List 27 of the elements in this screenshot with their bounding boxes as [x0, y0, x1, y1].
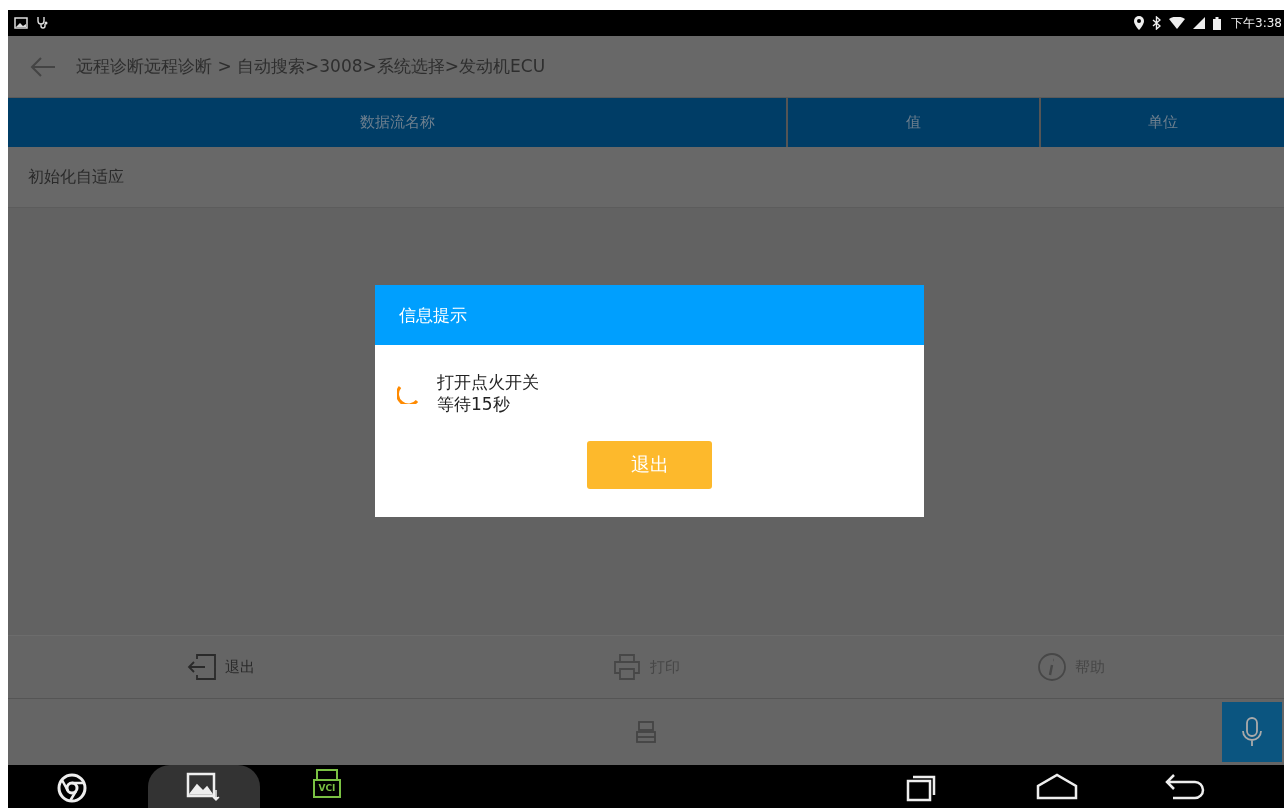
- location-icon: [1134, 16, 1145, 30]
- data-stream-name: 初始化自适应: [28, 166, 124, 188]
- toolbar-button[interactable]: 退出: [8, 636, 434, 698]
- microphone-icon: [1241, 717, 1263, 747]
- info-icon: [1037, 652, 1068, 682]
- exit-icon: [186, 653, 217, 681]
- dialog-message: 打开点火开关: [437, 371, 539, 394]
- battery-icon: [1213, 16, 1222, 30]
- picture-download-icon: [186, 771, 222, 802]
- browser-icon[interactable]: [56, 772, 88, 804]
- home-icon[interactable]: [1035, 772, 1079, 800]
- table-row[interactable]: 初始化自适应: [8, 147, 1284, 208]
- breadcrumb: 远程诊断远程诊断 > 自动搜索>3008>系统选择>发动机ECU: [76, 55, 546, 78]
- status-time: 下午3:38: [1231, 14, 1282, 32]
- signal-icon: [1193, 17, 1206, 29]
- dialog-title: 信息提示: [399, 303, 467, 327]
- column-header: 单位: [1146, 112, 1179, 133]
- dialog-message: 等待15秒: [437, 393, 511, 416]
- image-icon: [14, 17, 28, 29]
- back-icon[interactable]: [1163, 772, 1207, 802]
- microphone-button[interactable]: [1222, 702, 1282, 762]
- printer-icon: [612, 653, 642, 681]
- wifi-icon: [1169, 17, 1186, 29]
- bluetooth-icon: [1152, 16, 1162, 30]
- exit-button[interactable]: 退出: [587, 441, 712, 490]
- stethoscope-icon: [36, 16, 50, 30]
- gallery-taskbar-button[interactable]: [148, 765, 260, 808]
